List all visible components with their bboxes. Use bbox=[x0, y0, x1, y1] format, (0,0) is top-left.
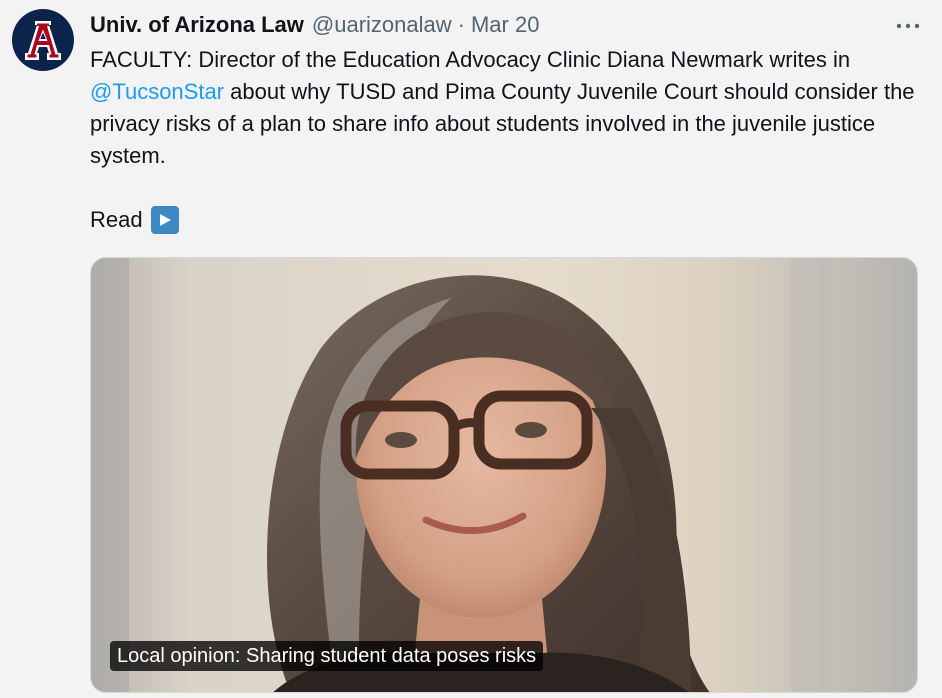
separator-dot: · bbox=[457, 12, 465, 37]
portrait-photo-icon bbox=[91, 258, 917, 692]
tweet-paragraph: FACULTY: Director of the Education Advoc… bbox=[90, 44, 920, 172]
arizona-a-logo-icon bbox=[25, 21, 61, 60]
tweet[interactable]: Univ. of Arizona Law @uarizonalaw · Mar … bbox=[0, 0, 942, 698]
author-avatar[interactable] bbox=[12, 9, 74, 71]
link-card[interactable]: Local opinion: Sharing student data pose… bbox=[90, 257, 918, 693]
read-label: Read bbox=[90, 207, 143, 232]
play-button-emoji-icon bbox=[150, 206, 179, 234]
tweet-header: Univ. of Arizona Law @uarizonalaw · Mar … bbox=[90, 10, 922, 40]
tweet-text: FACULTY: Director of the Education Advoc… bbox=[90, 44, 920, 236]
author-handle[interactable]: @uarizonalaw bbox=[312, 12, 452, 38]
read-line: Read bbox=[90, 204, 920, 236]
more-options-button[interactable] bbox=[894, 12, 922, 40]
author-name[interactable]: Univ. of Arizona Law bbox=[90, 12, 304, 38]
tweet-text-part1: FACULTY: Director of the Education Advoc… bbox=[90, 47, 851, 72]
link-card-caption: Local opinion: Sharing student data pose… bbox=[110, 641, 544, 671]
mention-link[interactable]: @TucsonStar bbox=[90, 79, 224, 104]
more-horizontal-icon bbox=[896, 23, 920, 29]
tweet-date[interactable]: Mar 20 bbox=[471, 12, 539, 38]
